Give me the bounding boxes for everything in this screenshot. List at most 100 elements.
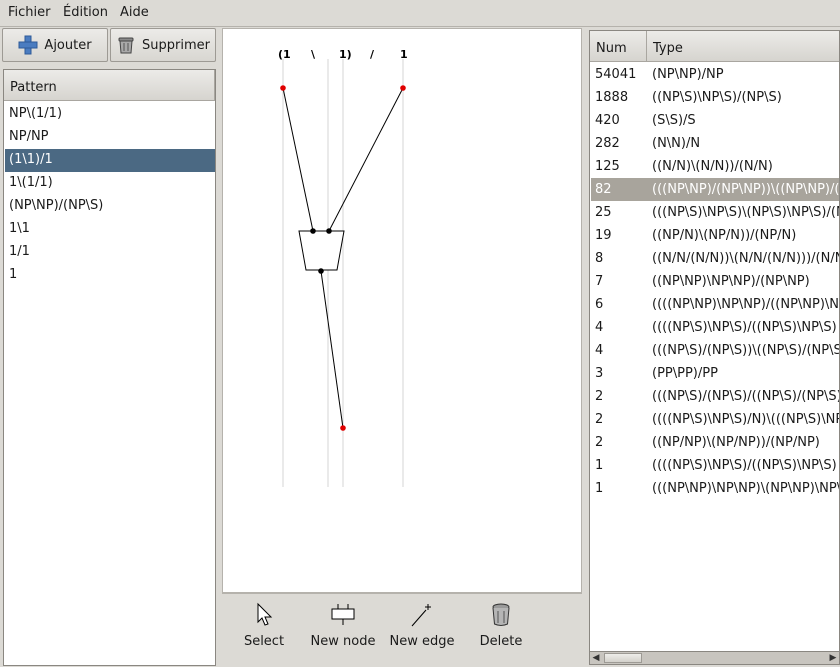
type-formula: ((((NP\NP)\NP\NP)/((NP\NP)\NP\NP) [652, 297, 840, 312]
new-node-tool-label: New node [310, 634, 376, 649]
endpoint-node[interactable] [340, 425, 346, 431]
endpoint-node[interactable] [280, 85, 286, 91]
scroll-left-icon[interactable]: ◀ [590, 652, 602, 664]
pattern-column-header[interactable]: Pattern [4, 70, 215, 101]
scroll-right-icon[interactable]: ▶ [827, 652, 839, 664]
type-formula: ((NP\NP)\NP\NP)/(NP\NP) [652, 274, 810, 289]
type-row[interactable]: 2 (((NP\S)/(NP\S)/((NP\S)/(NP\S) [591, 385, 840, 408]
type-count: 1 [595, 458, 604, 473]
graph-svg[interactable]: (1 \ 1) / 1 [223, 29, 581, 592]
type-count: 2 [595, 412, 604, 427]
type-formula: ((N/N/(N/N))\(N/N/(N/N)))/(N/N) [652, 251, 840, 266]
type-row[interactable]: 2 ((((NP\S)\NP\S)/N)\(((NP\S)\NP\S) [591, 408, 839, 431]
type-column-header[interactable]: Type [647, 31, 839, 62]
menu-help[interactable]: Aide [120, 5, 149, 20]
horizontal-scrollbar[interactable]: ◀ ▶ [589, 651, 840, 665]
type-formula: (((NP\S)/(NP\S))\((NP\S)/(NP\S) [652, 343, 840, 358]
menu-bar: Fichier Édition Aide [0, 0, 840, 27]
type-row[interactable]: 82 (((NP\NP)/(NP\NP))\((NP\NP)/(NP\NP))) [591, 178, 839, 201]
type-formula: (((NP\S)\NP\S)\(NP\S)\NP\S)/(NP\S) [652, 205, 839, 220]
type-count: 19 [595, 228, 612, 243]
endpoint-node[interactable] [400, 85, 406, 91]
type-count: 420 [595, 113, 620, 128]
type-formula: (PP\PP)/PP [652, 366, 718, 381]
graph-node[interactable] [298, 230, 345, 271]
type-count: 7 [595, 274, 604, 289]
type-row[interactable]: 19 ((NP/N)\(NP/N))/(NP/N) [591, 224, 839, 247]
type-row[interactable]: 8 ((N/N/(N/N))\(N/N/(N/N)))/(N/N) [591, 247, 840, 270]
type-count: 82 [595, 182, 612, 197]
node-port[interactable] [310, 228, 316, 234]
type-row[interactable]: 54041 (NP\NP)/NP [591, 63, 839, 86]
type-list[interactable]: Num Type 54041 (NP\NP)/NP 1888 ((NP\S)\NP\S… [589, 30, 840, 652]
type-count: 4 [595, 343, 604, 358]
type-count: 2 [595, 435, 604, 450]
token-label: 1 [400, 48, 408, 61]
type-row[interactable]: 3 (PP\PP)/PP [591, 362, 839, 385]
pattern-list[interactable]: Pattern NP\(1/1) NP/NP (1\1)/1 1\(1/1) (NP\N… [3, 69, 216, 666]
delete-pattern-button[interactable]: Supprimer [110, 28, 216, 62]
type-count: 125 [595, 159, 620, 174]
type-row[interactable]: 282 (N\N)/N [591, 132, 839, 155]
type-formula: ((((NP\S)\NP\S)/((NP\S)\NP\S) [652, 458, 837, 473]
delete-tool[interactable]: Delete [463, 602, 539, 649]
type-row[interactable]: 4 ((((NP\S)\NP\S)/((NP\S)\NP\S) [591, 316, 839, 339]
pattern-row[interactable]: 1 [5, 264, 215, 287]
type-row[interactable]: 1 (((NP\NP)\NP\NP)\(NP\NP)\NP\NP) [591, 477, 839, 500]
type-formula: (((NP\S)/(NP\S)/((NP\S)/(NP\S) [652, 389, 840, 404]
pattern-row[interactable]: NP\(1/1) [5, 103, 215, 126]
graph-edge[interactable] [282, 87, 314, 232]
new-node-icon [331, 604, 355, 625]
pattern-row[interactable]: 1\1 [5, 218, 215, 241]
node-port[interactable] [326, 228, 332, 234]
type-count: 8 [595, 251, 604, 266]
type-formula: ((NP\S)\NP\S)/(NP\S) [652, 90, 782, 105]
type-row[interactable]: 4 (((NP\S)/(NP\S))\((NP\S)/(NP\S) [591, 339, 840, 362]
select-tool[interactable]: Select [226, 602, 302, 649]
pattern-row[interactable]: 1\(1/1) [5, 172, 215, 195]
delete-pattern-button-label: Supprimer [142, 37, 210, 53]
graph-canvas[interactable]: (1 \ 1) / 1 [222, 28, 582, 593]
type-count: 2 [595, 389, 604, 404]
type-row[interactable]: 1 ((((NP\S)\NP\S)/((NP\S)\NP\S) [591, 454, 839, 477]
type-count: 1 [595, 481, 604, 496]
cursor-arrow-icon [257, 602, 273, 626]
graph-edge[interactable] [320, 270, 344, 429]
select-tool-label: Select [243, 634, 285, 649]
type-count: 25 [595, 205, 612, 220]
type-row[interactable]: 420 (S\S)/S [591, 109, 839, 132]
type-count: 282 [595, 136, 620, 151]
type-row[interactable]: 7 ((NP\NP)\NP\NP)/(NP\NP) [591, 270, 839, 293]
plus-icon [18, 35, 38, 55]
num-column-header[interactable]: Num [590, 31, 647, 62]
type-row[interactable]: 1888 ((NP\S)\NP\S)/(NP\S) [591, 86, 839, 109]
new-edge-tool[interactable]: New edge [384, 602, 460, 649]
pattern-row[interactable]: (1\1)/1 [5, 149, 215, 172]
token-label: (1 [278, 48, 291, 61]
type-row[interactable]: 6 ((((NP\NP)\NP\NP)/((NP\NP)\NP\NP) [591, 293, 840, 316]
type-row[interactable]: 2 ((NP/NP)\(NP/NP))/(NP/NP) [591, 431, 839, 454]
type-count: 54041 [595, 67, 637, 82]
node-port[interactable] [318, 268, 324, 274]
type-formula: ((((NP\S)\NP\S)/N)\(((NP\S)\NP\S) [652, 412, 839, 427]
new-edge-icon [411, 604, 431, 627]
scrollbar-thumb[interactable] [604, 653, 642, 663]
delete-tool-label: Delete [479, 634, 523, 649]
graph-edge[interactable] [328, 87, 404, 232]
pattern-header-label: Pattern [10, 80, 57, 95]
menu-file[interactable]: Fichier [8, 5, 51, 20]
pattern-row[interactable]: (NP\NP)/(NP\S) [5, 195, 215, 218]
type-count: 1888 [595, 90, 629, 105]
pattern-row[interactable]: 1/1 [5, 241, 215, 264]
pattern-row[interactable]: NP/NP [5, 126, 215, 149]
type-formula: ((NP/N)\(NP/N))/(NP/N) [652, 228, 797, 243]
new-node-tool[interactable]: New node [305, 602, 381, 649]
type-formula: ((NP/NP)\(NP/NP))/(NP/NP) [652, 435, 820, 450]
menu-edit[interactable]: Édition [63, 5, 108, 20]
type-formula: (N\N)/N [652, 136, 701, 151]
type-count: 4 [595, 320, 604, 335]
type-row[interactable]: 25 (((NP\S)\NP\S)\(NP\S)\NP\S)/(NP\S) [591, 201, 839, 224]
add-button[interactable]: Ajouter [2, 28, 108, 62]
type-row[interactable]: 125 ((N/N)\(N/N))/(N/N) [591, 155, 839, 178]
trash-icon [492, 603, 510, 626]
